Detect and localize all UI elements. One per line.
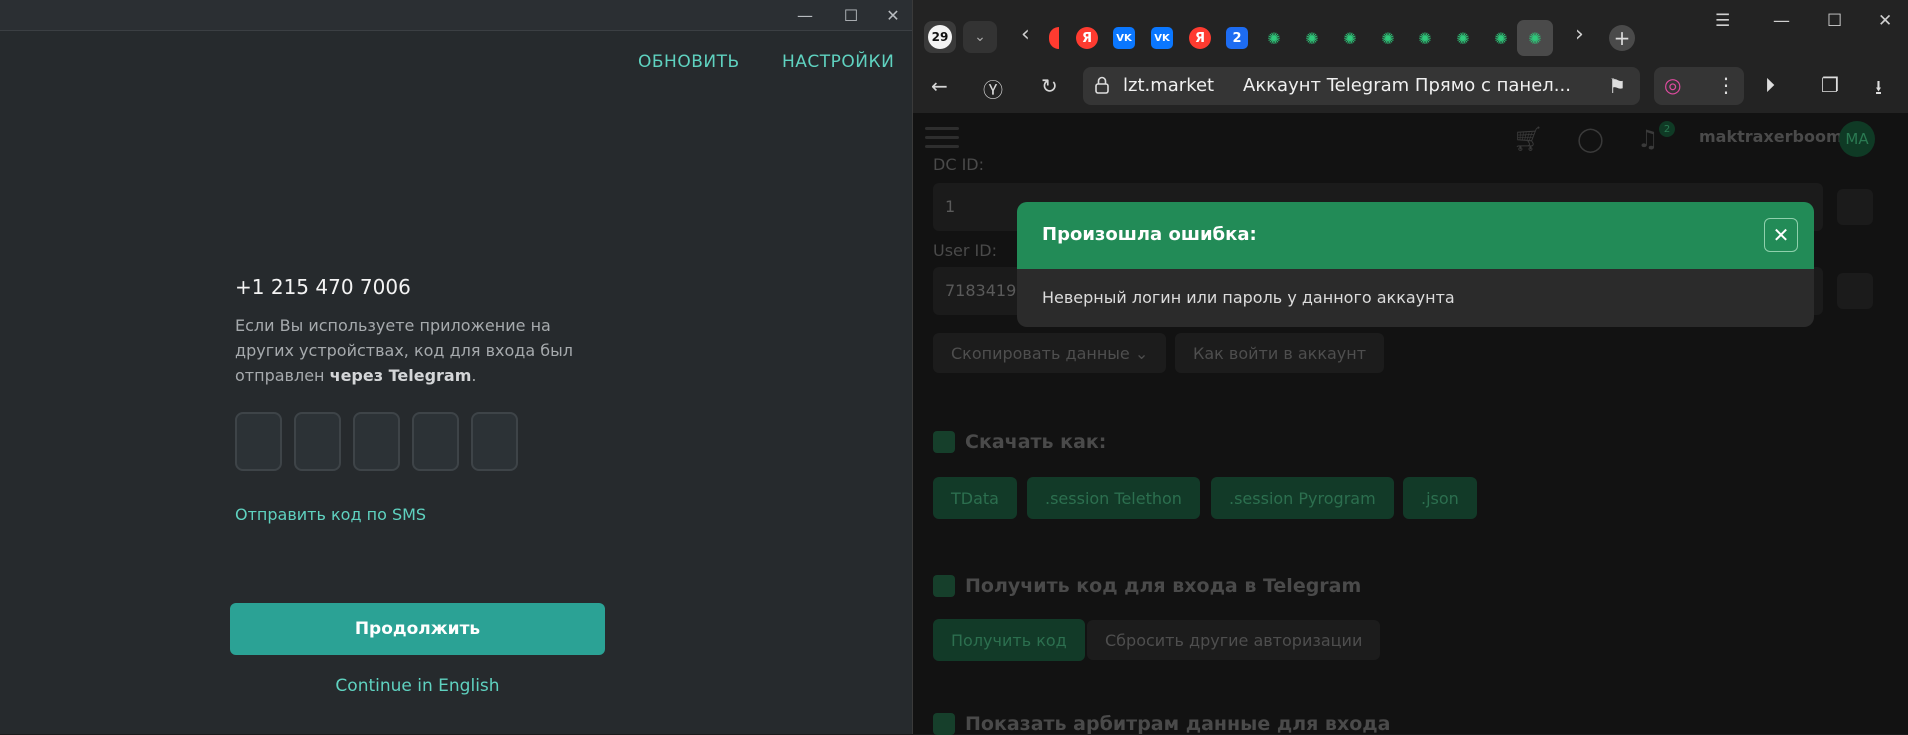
lzt-tab-icon[interactable]: ✺: [1263, 27, 1285, 49]
get-code-section-title: Получить код для входа в Telegram: [933, 575, 1361, 597]
address-bar[interactable]: lzt.market Аккаунт Telegram Прямо с пане…: [1083, 67, 1640, 105]
code-digit-input[interactable]: [412, 412, 459, 471]
lock-icon: [1095, 76, 1109, 94]
copy-data-button[interactable]: Скопировать данные ⌄: [933, 333, 1167, 373]
continue-english-link[interactable]: Continue in English: [230, 676, 605, 696]
alice-icon[interactable]: ◎: [1664, 73, 1681, 97]
download-tdata-button[interactable]: TData: [933, 477, 1017, 519]
extensions-group: ◎ ⋮: [1654, 67, 1744, 105]
dc-id-label: DC ID:: [933, 155, 985, 174]
telegram-titlebar: — ☐ ✕: [0, 0, 912, 31]
lzt-tab-icon[interactable]: ✺: [1377, 27, 1399, 49]
copy-data-label: Скопировать данные: [951, 343, 1130, 363]
code-input-group: [235, 412, 518, 471]
get-code-section-icon: [933, 575, 955, 597]
address-domain: lzt.market: [1123, 75, 1215, 96]
user-id-label: User ID:: [933, 241, 997, 260]
chat-icon[interactable]: ◯: [1577, 125, 1604, 153]
chevron-down-icon[interactable]: ⌄: [963, 21, 997, 53]
code-digit-input[interactable]: [471, 412, 518, 471]
close-icon[interactable]: ✕: [1764, 218, 1798, 252]
lzt-active-tab-icon[interactable]: ✺: [1517, 20, 1553, 56]
close-icon[interactable]: ✕: [1878, 11, 1892, 31]
back-icon[interactable]: ←: [931, 74, 948, 98]
lzt-tab-icon[interactable]: ✺: [1490, 27, 1512, 49]
bell-icon[interactable]: ♫: [1637, 125, 1659, 153]
download-icon[interactable]: ⭳: [1875, 73, 1882, 107]
download-section-label: Скачать как:: [965, 431, 1107, 453]
how-to-login-button[interactable]: Как войти в аккаунт: [1175, 333, 1385, 373]
vk-icon[interactable]: VK: [1151, 27, 1173, 49]
error-modal-message: Неверный логин или пароль у данного акка…: [1042, 288, 1455, 307]
browser-window: 29 ⌄ ‹ Я VK VK Я 2 ✺ ✺ ✺ ✺ ✺ ✺ ✺ ✺ › + ☰…: [912, 0, 1908, 735]
code-info-text: Если Вы используете приложение на других…: [235, 313, 595, 388]
more-vertical-icon[interactable]: ⋮: [1716, 73, 1736, 97]
copy-icon[interactable]: [1837, 273, 1873, 309]
media-icon[interactable]: ⏵: [1765, 73, 1775, 97]
partial-tab-icon[interactable]: [1049, 27, 1059, 49]
show-arbiters-section-title: Показать арбитрам данные для входа: [933, 713, 1390, 735]
vk-icon[interactable]: VK: [1113, 27, 1135, 49]
code-info-bold: через Telegram: [329, 366, 472, 385]
error-modal-title: Произошла ошибка:: [1042, 224, 1257, 245]
send-sms-link[interactable]: Отправить код по SMS: [235, 505, 426, 524]
get-code-button[interactable]: Получить код: [933, 619, 1085, 661]
close-icon[interactable]: ✕: [870, 0, 916, 30]
lzt-tab-icon[interactable]: ✺: [1414, 27, 1436, 49]
lzt-tab-icon[interactable]: ✺: [1452, 27, 1474, 49]
code-digit-input[interactable]: [294, 412, 341, 471]
download-telethon-button[interactable]: .session Telethon: [1027, 477, 1200, 519]
download-section-title: Скачать как:: [933, 431, 1106, 453]
code-digit-input[interactable]: [353, 412, 400, 471]
username[interactable]: maktraxerboom: [1699, 127, 1843, 146]
copy-icon[interactable]: [1837, 189, 1873, 225]
cart-icon[interactable]: 🛒︎: [1513, 125, 1543, 153]
new-tab-icon[interactable]: +: [1609, 25, 1635, 51]
dc-id-value: 1: [945, 197, 956, 216]
tabs-scroll-left-icon[interactable]: ‹: [1021, 22, 1030, 47]
notification-badge: 2: [1659, 121, 1675, 137]
lzt-tab-icon[interactable]: ✺: [1301, 27, 1323, 49]
update-button[interactable]: ОБНОВИТЬ: [638, 52, 740, 72]
avatar[interactable]: MA: [1839, 121, 1875, 157]
tab-count-button[interactable]: 29: [924, 21, 956, 53]
error-modal: Произошла ошибка: ✕ Неверный логин или п…: [1017, 202, 1814, 327]
reset-authorizations-button[interactable]: Сбросить другие авторизации: [1087, 620, 1381, 660]
tabs-scroll-right-icon[interactable]: ›: [1575, 22, 1584, 47]
telegram-window: — ☐ ✕ ОБНОВИТЬ НАСТРОЙКИ +1 215 470 7006…: [0, 0, 912, 734]
maximize-icon[interactable]: ☐: [1827, 11, 1842, 31]
minimize-icon[interactable]: —: [1773, 11, 1790, 31]
menu-icon[interactable]: ☰: [1715, 11, 1730, 31]
show-arbiters-section-icon: [933, 713, 955, 735]
download-json-button[interactable]: .json: [1403, 477, 1477, 519]
error-modal-header: Произошла ошибка: ✕: [1017, 202, 1814, 269]
download-section-icon: [933, 431, 955, 453]
yandex-icon[interactable]: Я: [1076, 27, 1098, 49]
user-id-value: 71834195: [945, 281, 1027, 300]
lzt-tab-icon[interactable]: ✺: [1339, 27, 1361, 49]
minimize-icon[interactable]: —: [782, 0, 828, 30]
get-code-section-label: Получить код для входа в Telegram: [965, 575, 1362, 597]
phone-number: +1 215 470 7006: [235, 275, 411, 299]
code-digit-input[interactable]: [235, 412, 282, 471]
code-info-end: .: [471, 366, 477, 385]
download-pyrogram-button[interactable]: .session Pyrogram: [1211, 477, 1394, 519]
address-page-title: Аккаунт Telegram Прямо с панел...: [1243, 75, 1571, 96]
tab-strip: 29 ⌄ ‹ Я VK VK Я 2 ✺ ✺ ✺ ✺ ✺ ✺ ✺ ✺ › + ☰…: [913, 0, 1908, 58]
number-tab-icon[interactable]: 2: [1226, 27, 1248, 49]
yandex-home-icon[interactable]: Ⓨ: [983, 74, 1003, 103]
continue-button[interactable]: Продолжить: [230, 603, 605, 655]
show-arbiters-section-label: Показать арбитрам данные для входа: [965, 713, 1391, 735]
maximize-icon[interactable]: ☐: [828, 0, 874, 30]
settings-button[interactable]: НАСТРОЙКИ: [782, 52, 894, 72]
hamburger-icon[interactable]: [925, 121, 959, 154]
tab-count: 29: [928, 25, 952, 49]
yandex-icon[interactable]: Я: [1189, 27, 1211, 49]
collections-icon[interactable]: ❐: [1821, 73, 1839, 97]
reload-icon[interactable]: ↻: [1041, 74, 1058, 98]
bookmark-icon[interactable]: ⚑: [1608, 74, 1626, 98]
